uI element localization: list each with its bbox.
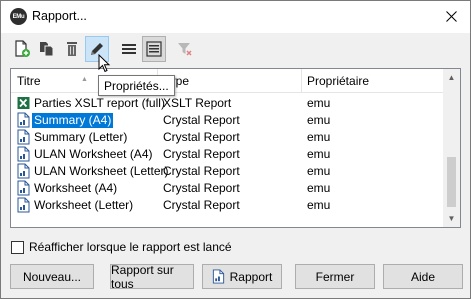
row-owner: emu bbox=[307, 130, 331, 144]
row-title: Worksheet (A4) bbox=[34, 181, 118, 195]
crystal-report-icon bbox=[17, 112, 30, 128]
scroll-up-arrow-icon[interactable]: ▲ bbox=[443, 69, 460, 86]
row-title: Worksheet (Letter) bbox=[34, 198, 134, 212]
crystal-report-icon bbox=[17, 180, 30, 196]
row-type: Crystal Report bbox=[163, 198, 240, 212]
row-type: Crystal Report bbox=[163, 164, 240, 178]
report-list[interactable]: Titre ▲ Type Propriétaire Parties XSLT r… bbox=[10, 68, 461, 228]
redisplay-option[interactable]: Réafficher lorsque le rapport est lancé bbox=[11, 239, 232, 255]
row-owner: emu bbox=[307, 198, 331, 212]
list-view-button[interactable] bbox=[117, 36, 141, 62]
help-button[interactable]: Aide bbox=[383, 264, 463, 289]
scroll-down-arrow-icon[interactable]: ▼ bbox=[443, 210, 460, 227]
row-title: Summary (Letter) bbox=[34, 130, 128, 144]
row-owner: emu bbox=[307, 147, 331, 161]
row-title: ULAN Worksheet (A4) bbox=[34, 147, 153, 161]
title-bar: EMu Rapport... bbox=[1, 1, 470, 33]
column-title-label: Titre bbox=[17, 74, 41, 88]
filter-clear-button[interactable] bbox=[173, 36, 197, 62]
new-report-icon bbox=[15, 40, 30, 57]
copy-report-button[interactable] bbox=[35, 36, 59, 62]
list-item[interactable]: Worksheet (Letter) Crystal Report emu bbox=[11, 197, 444, 214]
row-owner: emu bbox=[307, 181, 331, 195]
list-item[interactable]: Parties XSLT report (full) XSLT Report e… bbox=[11, 95, 444, 112]
report-all-button[interactable]: Rapport sur tous bbox=[110, 263, 194, 291]
redisplay-checkbox[interactable] bbox=[11, 240, 24, 254]
list-view-icon bbox=[122, 44, 136, 54]
xslt-icon bbox=[17, 97, 30, 109]
report-dialog: EMu Rapport... Titre ▲ Type Propriétaire… bbox=[0, 0, 471, 299]
filter-clear-icon bbox=[178, 43, 192, 56]
column-header-type[interactable]: Type bbox=[157, 69, 301, 93]
new-report-button[interactable] bbox=[10, 36, 34, 62]
close-icon bbox=[445, 10, 457, 22]
new-button[interactable]: Nouveau... bbox=[10, 264, 94, 289]
list-item[interactable]: Summary (Letter) Crystal Report emu bbox=[11, 129, 444, 146]
row-type: Crystal Report bbox=[163, 113, 240, 127]
delete-report-icon bbox=[67, 42, 77, 56]
detail-view-icon bbox=[146, 41, 162, 57]
list-rows: Parties XSLT report (full) XSLT Report e… bbox=[11, 95, 444, 214]
list-item[interactable]: Worksheet (A4) Crystal Report emu bbox=[11, 180, 444, 197]
row-owner: emu bbox=[307, 113, 331, 127]
detail-view-button[interactable] bbox=[142, 36, 166, 62]
list-item[interactable]: ULAN Worksheet (A4) Crystal Report emu bbox=[11, 146, 444, 163]
row-type: Crystal Report bbox=[163, 181, 240, 195]
row-title: Summary (A4) bbox=[30, 112, 115, 129]
column-header-owner[interactable]: Propriétaire bbox=[301, 69, 444, 93]
properties-tooltip: Propriétés... bbox=[98, 75, 175, 96]
crystal-report-icon bbox=[17, 197, 30, 213]
row-owner: emu bbox=[307, 96, 331, 110]
row-title: Parties XSLT report (full) bbox=[34, 96, 165, 110]
report-icon bbox=[212, 269, 224, 284]
row-type: Crystal Report bbox=[163, 130, 240, 144]
report-button-label: Rapport bbox=[229, 269, 273, 284]
list-item-selected[interactable]: Summary (A4) Crystal Report emu bbox=[11, 112, 444, 129]
row-title: ULAN Worksheet (Letter) bbox=[34, 164, 169, 178]
crystal-report-icon bbox=[17, 146, 30, 162]
list-header: Titre ▲ Type Propriétaire bbox=[11, 69, 444, 93]
list-item[interactable]: ULAN Worksheet (Letter) Crystal Report e… bbox=[11, 163, 444, 180]
copy-report-icon bbox=[40, 42, 54, 57]
crystal-report-icon bbox=[17, 163, 30, 179]
vertical-scrollbar[interactable]: ▲ ▼ bbox=[443, 69, 460, 227]
redisplay-label: Réafficher lorsque le rapport est lancé bbox=[29, 240, 232, 254]
row-owner: emu bbox=[307, 164, 331, 178]
scroll-thumb[interactable] bbox=[447, 157, 456, 207]
delete-report-button[interactable] bbox=[60, 36, 84, 62]
close-button[interactable]: Fermer bbox=[295, 264, 375, 289]
window-title: Rapport... bbox=[32, 9, 87, 23]
sort-ascending-icon: ▲ bbox=[81, 76, 88, 83]
close-window-button[interactable] bbox=[438, 5, 464, 27]
mouse-cursor-icon bbox=[98, 54, 111, 73]
app-icon: EMu bbox=[10, 8, 27, 25]
report-button[interactable]: Rapport bbox=[202, 264, 282, 289]
row-type: Crystal Report bbox=[163, 147, 240, 161]
crystal-report-icon bbox=[17, 129, 30, 145]
row-type: XSLT Report bbox=[163, 96, 232, 110]
